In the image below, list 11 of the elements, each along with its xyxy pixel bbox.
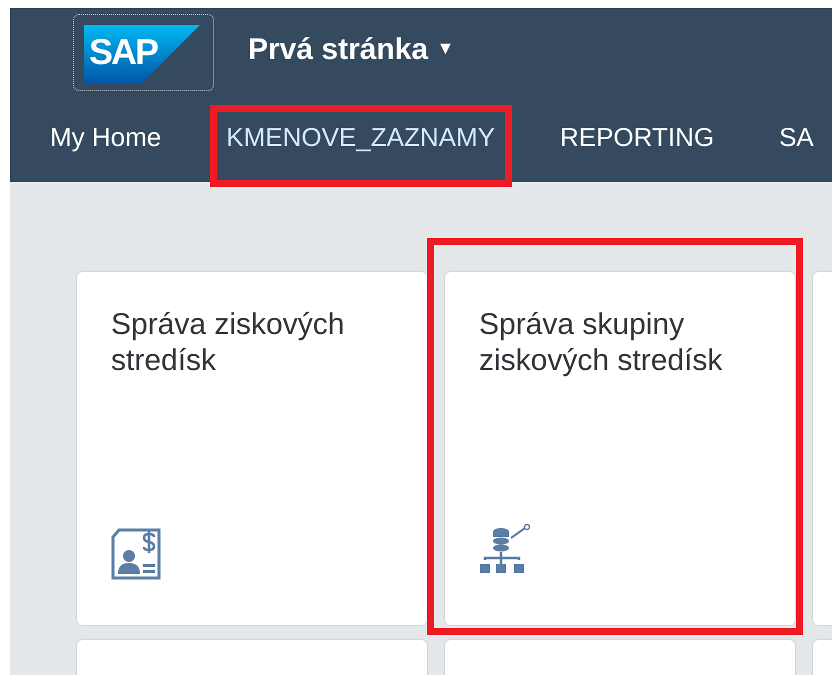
nav-tab[interactable]: My Home [50,122,162,152]
person-document-icon [111,528,161,580]
nav-tab[interactable]: SA [779,122,814,152]
tile-title: Správa ziskových stredísk [111,307,346,379]
page-title-menu[interactable]: Prvá stránka $^{▼}$ [248,33,454,67]
app-tile[interactable]: Správa ziskových stredísk [77,272,427,625]
app-tile[interactable]: Správa skupiny ziskových stredísk [445,272,795,625]
sap-logo[interactable]: SAP [73,14,214,90]
tile-title: Správa skupiny ziskových stredísk [479,307,724,379]
nav-tab[interactable]: KMENOVE_ZAZNAMY [226,122,495,152]
nav-tab[interactable]: REPORTING [560,122,714,152]
